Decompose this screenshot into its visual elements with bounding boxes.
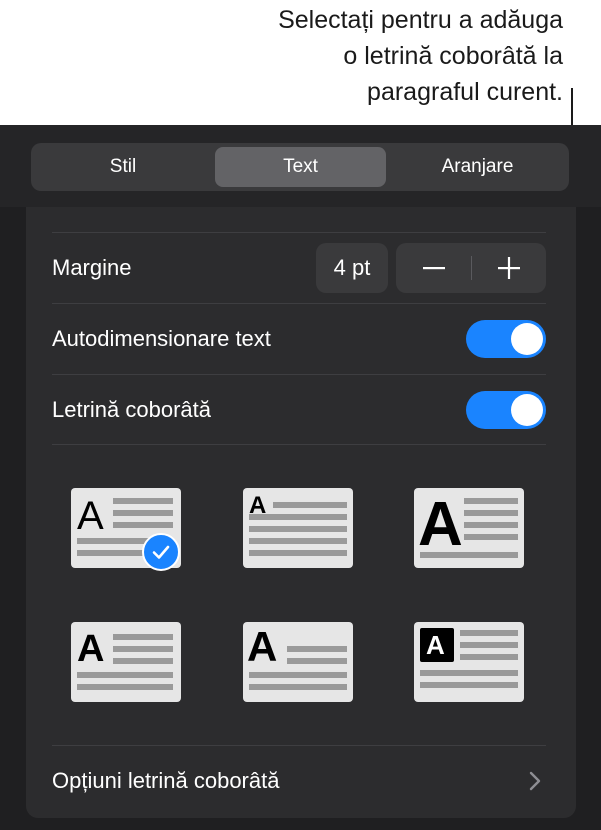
- tab-stil[interactable]: Stil: [35, 147, 211, 187]
- format-panel: [26, 125, 576, 818]
- dropcap-style-6[interactable]: A: [414, 622, 524, 702]
- dropcap-style-3[interactable]: A: [414, 488, 524, 568]
- dropcap-style-4[interactable]: A: [71, 622, 181, 702]
- dropcap-label: Letrină coborâtă: [52, 397, 211, 422]
- margin-decrement-button[interactable]: [396, 243, 471, 293]
- callout-text: Selectați pentru a adăuga o letrină cobo…: [143, 2, 563, 110]
- dropcap-letter: A: [247, 623, 278, 670]
- autosize-row: Autodimensionare text: [52, 303, 546, 374]
- format-tabs: Stil Text Aranjare: [31, 143, 569, 191]
- dropcap-letter: A: [77, 628, 105, 670]
- dropcap-letter: A: [426, 630, 445, 660]
- style-grid-divider: [52, 444, 546, 445]
- callout-line-1: Selectați pentru a adăuga: [278, 6, 563, 34]
- margin-label: Margine: [52, 255, 132, 280]
- autosize-toggle[interactable]: [466, 320, 546, 358]
- dropcap-options-label: Opțiuni letrină coborâtă: [52, 768, 280, 793]
- checkmark-icon: [152, 545, 170, 559]
- dropcap-toggle[interactable]: [466, 391, 546, 429]
- margin-value[interactable]: 4 pt: [316, 243, 388, 293]
- margin-increment-button[interactable]: [471, 243, 546, 293]
- chevron-right-icon: [529, 771, 541, 791]
- dropcap-letter: A: [418, 490, 463, 559]
- margin-stepper: [396, 243, 546, 293]
- tab-text[interactable]: Text: [215, 147, 386, 187]
- margin-value-text: 4 pt: [333, 255, 371, 280]
- dropcap-style-5[interactable]: A: [243, 622, 353, 702]
- callout-line-3: paragraful curent.: [367, 78, 563, 106]
- dropcap-letter: A: [77, 494, 104, 538]
- tab-aranjare[interactable]: Aranjare: [390, 147, 565, 187]
- dropcap-options-row[interactable]: Opțiuni letrină coborâtă: [52, 745, 546, 816]
- plus-icon: [497, 257, 520, 279]
- dropcap-style-2[interactable]: A: [243, 488, 353, 568]
- margin-row: Margine 4 pt: [52, 232, 546, 303]
- dropcap-row: Letrină coborâtă: [52, 374, 546, 445]
- autosize-label: Autodimensionare text: [52, 326, 271, 351]
- toggle-knob: [511, 394, 543, 426]
- toggle-knob: [511, 323, 543, 355]
- selected-checkmark-icon: [142, 533, 180, 571]
- callout-line-2: o letrină coborâtă la: [343, 42, 563, 70]
- minus-icon: [422, 267, 445, 270]
